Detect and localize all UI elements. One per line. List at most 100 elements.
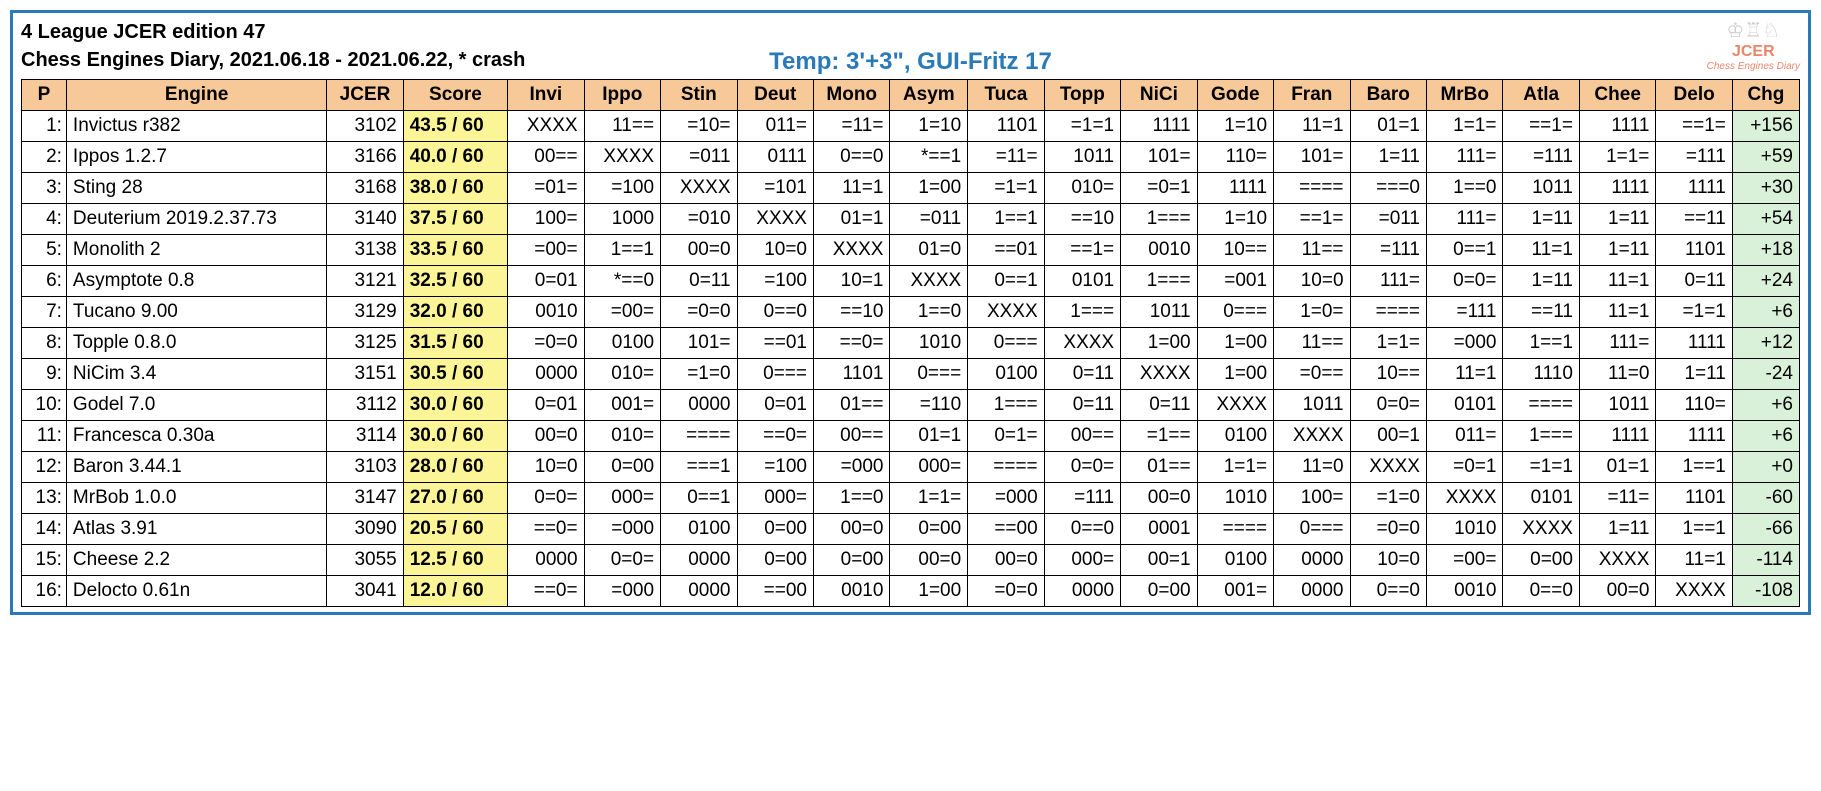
result-cell: 110=	[1656, 390, 1732, 421]
result-cell: 1111	[1579, 173, 1655, 204]
result-cell: 11=1	[1579, 297, 1655, 328]
col-mono: Mono	[813, 80, 889, 111]
result-cell: 0=00	[1121, 576, 1197, 607]
result-cell: 0=11	[1044, 359, 1120, 390]
result-cell: =0=1	[1426, 452, 1502, 483]
result-cell: 0=11	[1121, 390, 1197, 421]
result-cell: ==11	[1656, 204, 1732, 235]
result-cell: 1010	[890, 328, 968, 359]
position: 2:	[22, 142, 67, 173]
jcer-rating: 3168	[327, 173, 403, 204]
result-cell: 0==0	[1503, 576, 1579, 607]
result-cell: 00=0	[1579, 576, 1655, 607]
jcer-rating: 3147	[327, 483, 403, 514]
position: 1:	[22, 111, 67, 142]
rating-change: -108	[1732, 576, 1799, 607]
result-cell: 1011	[1121, 297, 1197, 328]
position: 3:	[22, 173, 67, 204]
result-cell: 11=1	[1274, 111, 1350, 142]
result-cell: 01=1	[813, 204, 889, 235]
position: 8:	[22, 328, 67, 359]
result-cell: 0==0	[813, 142, 889, 173]
result-cell: ==0=	[508, 576, 584, 607]
result-cell: 0=0=	[1350, 390, 1426, 421]
table-header: PEngineJCERScoreInviIppoStinDeutMonoAsym…	[22, 80, 1800, 111]
result-cell: 11=0	[1274, 452, 1350, 483]
result-cell: 0===	[968, 328, 1044, 359]
result-cell: 00==	[813, 421, 889, 452]
position: 15:	[22, 545, 67, 576]
result-cell: 1=10	[890, 111, 968, 142]
result-cell: 0===	[890, 359, 968, 390]
header-left: 4 League JCER edition 47 Chess Engines D…	[21, 18, 525, 74]
result-cell: 1010	[1197, 483, 1273, 514]
result-cell: 100=	[1274, 483, 1350, 514]
result-cell: 010=	[1044, 173, 1120, 204]
result-cell: 0101	[1503, 483, 1579, 514]
result-cell: 1=11	[1579, 204, 1655, 235]
result-cell: 1111	[1656, 421, 1732, 452]
result-cell: 0=00	[813, 545, 889, 576]
score: 33.5 / 60	[403, 235, 507, 266]
result-cell: 111=	[1350, 266, 1426, 297]
result-cell: 00=0	[890, 545, 968, 576]
result-cell: 1=00	[1197, 328, 1273, 359]
position: 11:	[22, 421, 67, 452]
col-atla: Atla	[1503, 80, 1579, 111]
logo-sub: Chess Engines Diary	[1707, 61, 1800, 72]
score: 30.0 / 60	[403, 390, 507, 421]
result-cell: 000=	[890, 452, 968, 483]
position: 9:	[22, 359, 67, 390]
col-stin: Stin	[661, 80, 737, 111]
result-cell: XXXX	[813, 235, 889, 266]
result-cell: 00=0	[1121, 483, 1197, 514]
jcer-rating: 3102	[327, 111, 403, 142]
table-row: 4:Deuterium 2019.2.37.73314037.5 / 60100…	[22, 204, 1800, 235]
result-cell: ==10	[813, 297, 889, 328]
result-cell: 00=0	[968, 545, 1044, 576]
result-cell: 1=1=	[1197, 452, 1273, 483]
result-cell: 1===	[968, 390, 1044, 421]
jcer-rating: 3125	[327, 328, 403, 359]
table-row: 10:Godel 7.0311230.0 / 600=01001=00000=0…	[22, 390, 1800, 421]
result-cell: 10=1	[813, 266, 889, 297]
result-cell: 0==1	[968, 266, 1044, 297]
rating-change: +59	[1732, 142, 1799, 173]
result-cell: =1=0	[1350, 483, 1426, 514]
result-cell: ==10	[1044, 204, 1120, 235]
result-cell: 11==	[1274, 235, 1350, 266]
result-cell: =111	[1044, 483, 1120, 514]
result-cell: =100	[584, 173, 660, 204]
result-cell: =111	[1503, 142, 1579, 173]
col-ippo: Ippo	[584, 80, 660, 111]
table-row: 9:NiCim 3.4315130.5 / 600000010==1=00===…	[22, 359, 1800, 390]
result-cell: 1===	[1044, 297, 1120, 328]
result-cell: 10==	[1197, 235, 1273, 266]
col-score: Score	[403, 80, 507, 111]
result-cell: 0000	[661, 545, 737, 576]
result-cell: 0010	[508, 297, 584, 328]
result-cell: 1=0=	[1274, 297, 1350, 328]
result-cell: 00==	[508, 142, 584, 173]
result-cell: 11=1	[813, 173, 889, 204]
table-row: 1:Invictus r382310243.5 / 60XXXX11===10=…	[22, 111, 1800, 142]
result-cell: 101=	[661, 328, 737, 359]
result-cell: ==1=	[1044, 235, 1120, 266]
result-cell: 1111	[1579, 111, 1655, 142]
result-cell: *==1	[890, 142, 968, 173]
engine-name: Baron 3.44.1	[66, 452, 326, 483]
col-topp: Topp	[1044, 80, 1120, 111]
result-cell: 01=1	[890, 421, 968, 452]
result-cell: XXXX	[890, 266, 968, 297]
jcer-rating: 3151	[327, 359, 403, 390]
result-cell: 0==0	[737, 297, 813, 328]
position: 16:	[22, 576, 67, 607]
result-cell: 1=10	[1197, 204, 1273, 235]
result-cell: 1=11	[1503, 266, 1579, 297]
score: 31.5 / 60	[403, 328, 507, 359]
result-cell: 00=1	[1350, 421, 1426, 452]
result-cell: 1111	[1579, 421, 1655, 452]
table-row: 3:Sting 28316838.0 / 60=01==100XXXX=1011…	[22, 173, 1800, 204]
result-cell: 01=0	[890, 235, 968, 266]
result-cell: 10=0	[1274, 266, 1350, 297]
